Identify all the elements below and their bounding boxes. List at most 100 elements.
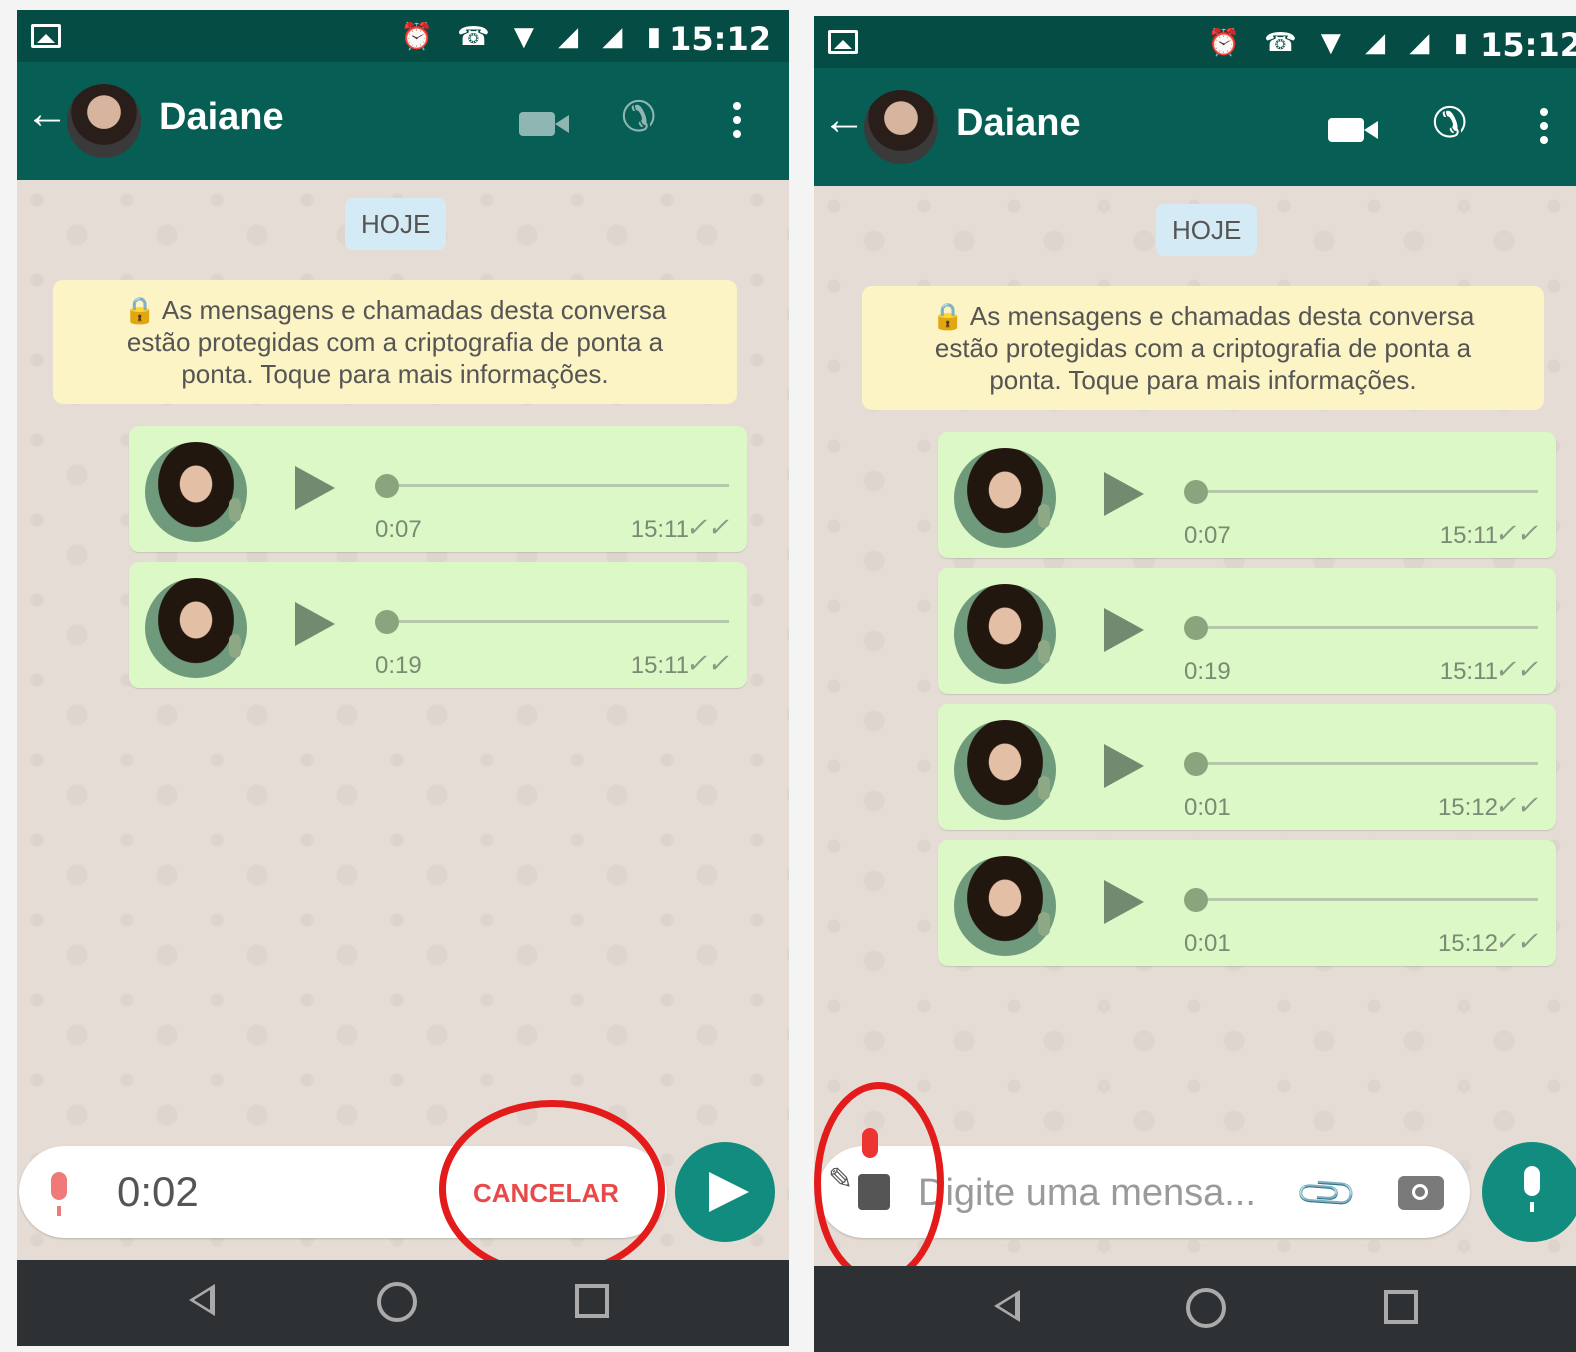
audio-duration: 0:19 bbox=[375, 652, 422, 679]
recording-timer: 0:02 bbox=[117, 1168, 199, 1215]
audio-duration: 0:19 bbox=[1184, 658, 1231, 685]
gallery-notification-icon bbox=[31, 24, 61, 48]
mic-icon bbox=[1038, 776, 1050, 800]
read-ticks-icon: ✓✓ bbox=[685, 648, 729, 678]
status-icons: ⏰ ☎ ▼ ◢ ◢ ▮ bbox=[400, 22, 669, 52]
read-ticks-icon: ✓✓ bbox=[1494, 926, 1538, 956]
recording-bar: 0:02 CANCELAR bbox=[17, 1142, 789, 1246]
sender-avatar bbox=[954, 856, 1056, 956]
phone-screen-after: ⏰ ☎ ▼ ◢ ◢ ▮ 15:12 ← Daiane ✆ HOJE 🔒 As m… bbox=[814, 16, 1576, 1352]
message-time: 15:11 bbox=[1439, 658, 1498, 685]
play-icon[interactable] bbox=[1104, 608, 1144, 652]
highlight-circle bbox=[814, 1082, 944, 1284]
send-button[interactable] bbox=[675, 1142, 775, 1242]
audio-duration: 0:01 bbox=[1184, 930, 1231, 957]
sender-avatar bbox=[954, 448, 1056, 548]
mic-icon bbox=[1038, 640, 1050, 664]
status-icons: ⏰ ☎ ▼ ◢ ◢ ▮ bbox=[1207, 28, 1476, 58]
nav-home-icon[interactable] bbox=[377, 1282, 417, 1322]
phone-call-icon[interactable]: ✆ bbox=[621, 93, 656, 140]
nav-back-icon[interactable] bbox=[994, 1290, 1020, 1322]
message-input[interactable]: Digite uma mensa... bbox=[918, 1172, 1256, 1215]
audio-track[interactable] bbox=[387, 620, 729, 623]
play-icon[interactable] bbox=[1104, 744, 1144, 788]
contact-avatar[interactable] bbox=[864, 90, 938, 164]
message-time: 15:12 bbox=[1437, 930, 1498, 957]
audio-scrubber[interactable] bbox=[1184, 616, 1208, 640]
more-menu-icon[interactable] bbox=[733, 102, 741, 144]
video-call-icon[interactable] bbox=[519, 112, 569, 136]
mic-icon bbox=[51, 1172, 67, 1216]
audio-scrubber[interactable] bbox=[375, 610, 399, 634]
voice-message: 0:07 15:11 ✓✓ bbox=[938, 432, 1556, 558]
audio-duration: 0:07 bbox=[1184, 522, 1231, 549]
audio-track[interactable] bbox=[1196, 762, 1538, 765]
voice-message: 0:19 15:11 ✓✓ bbox=[938, 568, 1556, 694]
status-time: 15:12 bbox=[1480, 26, 1576, 64]
phone-screen-recording: ⏰ ☎ ▼ ◢ ◢ ▮ 15:12 ← Daiane ✆ HOJE 🔒 As m… bbox=[17, 10, 789, 1346]
chat-area: HOJE 🔒 As mensagens e chamadas desta con… bbox=[17, 180, 789, 1264]
sender-avatar bbox=[954, 584, 1056, 684]
sender-avatar bbox=[145, 442, 247, 542]
camera-icon[interactable] bbox=[1398, 1176, 1444, 1210]
message-time: 15:11 bbox=[630, 652, 689, 679]
date-chip: HOJE bbox=[1156, 204, 1258, 256]
play-icon[interactable] bbox=[1104, 880, 1144, 924]
audio-track[interactable] bbox=[1196, 490, 1538, 493]
audio-track[interactable] bbox=[1196, 626, 1538, 629]
voice-message: 0:19 15:11 ✓✓ bbox=[129, 562, 747, 688]
message-time: 15:12 bbox=[1437, 794, 1498, 821]
phone-call-icon[interactable]: ✆ bbox=[1432, 99, 1467, 146]
encryption-notice[interactable]: 🔒 As mensagens e chamadas desta conversa… bbox=[862, 286, 1544, 410]
contact-avatar[interactable] bbox=[67, 84, 141, 158]
status-bar: ⏰ ☎ ▼ ◢ ◢ ▮ 15:12 bbox=[814, 16, 1576, 68]
date-chip: HOJE bbox=[345, 198, 447, 250]
mic-icon bbox=[229, 498, 241, 522]
mic-icon bbox=[1524, 1166, 1540, 1212]
audio-track[interactable] bbox=[1196, 898, 1538, 901]
read-ticks-icon: ✓✓ bbox=[685, 512, 729, 542]
read-ticks-icon: ✓✓ bbox=[1494, 790, 1538, 820]
play-icon[interactable] bbox=[1104, 472, 1144, 516]
nav-recent-icon[interactable] bbox=[1384, 1290, 1418, 1324]
voice-message: 0:07 15:11 ✓✓ bbox=[129, 426, 747, 552]
send-icon bbox=[709, 1172, 749, 1212]
nav-home-icon[interactable] bbox=[1186, 1288, 1226, 1328]
back-arrow-icon[interactable]: ← bbox=[822, 98, 866, 142]
message-time: 15:11 bbox=[630, 516, 689, 543]
nav-recent-icon[interactable] bbox=[575, 1284, 609, 1318]
audio-duration: 0:01 bbox=[1184, 794, 1231, 821]
attach-icon[interactable]: 📎 bbox=[1293, 1159, 1361, 1227]
chat-header: ← Daiane ✆ bbox=[17, 62, 789, 180]
audio-scrubber[interactable] bbox=[1184, 888, 1208, 912]
record-voice-button[interactable] bbox=[1482, 1142, 1576, 1242]
contact-name[interactable]: Daiane bbox=[159, 96, 284, 139]
encryption-notice[interactable]: 🔒 As mensagens e chamadas desta conversa… bbox=[53, 280, 737, 404]
chat-area: HOJE 🔒 As mensagens e chamadas desta con… bbox=[814, 186, 1576, 1270]
highlight-circle bbox=[439, 1100, 665, 1278]
android-nav-bar bbox=[814, 1266, 1576, 1352]
video-call-icon[interactable] bbox=[1328, 118, 1378, 142]
message-time: 15:11 bbox=[1439, 522, 1498, 549]
audio-track[interactable] bbox=[387, 484, 729, 487]
read-ticks-icon: ✓✓ bbox=[1494, 654, 1538, 684]
mic-icon bbox=[229, 634, 241, 658]
play-icon[interactable] bbox=[295, 602, 335, 646]
audio-duration: 0:07 bbox=[375, 516, 422, 543]
voice-message: 0:01 15:12 ✓✓ bbox=[938, 704, 1556, 830]
audio-scrubber[interactable] bbox=[1184, 480, 1208, 504]
audio-scrubber[interactable] bbox=[375, 474, 399, 498]
android-nav-bar bbox=[17, 1260, 789, 1346]
status-bar: ⏰ ☎ ▼ ◢ ◢ ▮ 15:12 bbox=[17, 10, 789, 62]
contact-name[interactable]: Daiane bbox=[956, 102, 1081, 145]
mic-icon bbox=[1038, 912, 1050, 936]
gallery-notification-icon bbox=[828, 30, 858, 54]
nav-back-icon[interactable] bbox=[189, 1284, 215, 1316]
more-menu-icon[interactable] bbox=[1540, 108, 1548, 150]
mic-icon bbox=[1038, 504, 1050, 528]
status-time: 15:12 bbox=[669, 20, 771, 58]
audio-scrubber[interactable] bbox=[1184, 752, 1208, 776]
back-arrow-icon[interactable]: ← bbox=[25, 92, 69, 136]
chat-header: ← Daiane ✆ bbox=[814, 68, 1576, 186]
play-icon[interactable] bbox=[295, 466, 335, 510]
